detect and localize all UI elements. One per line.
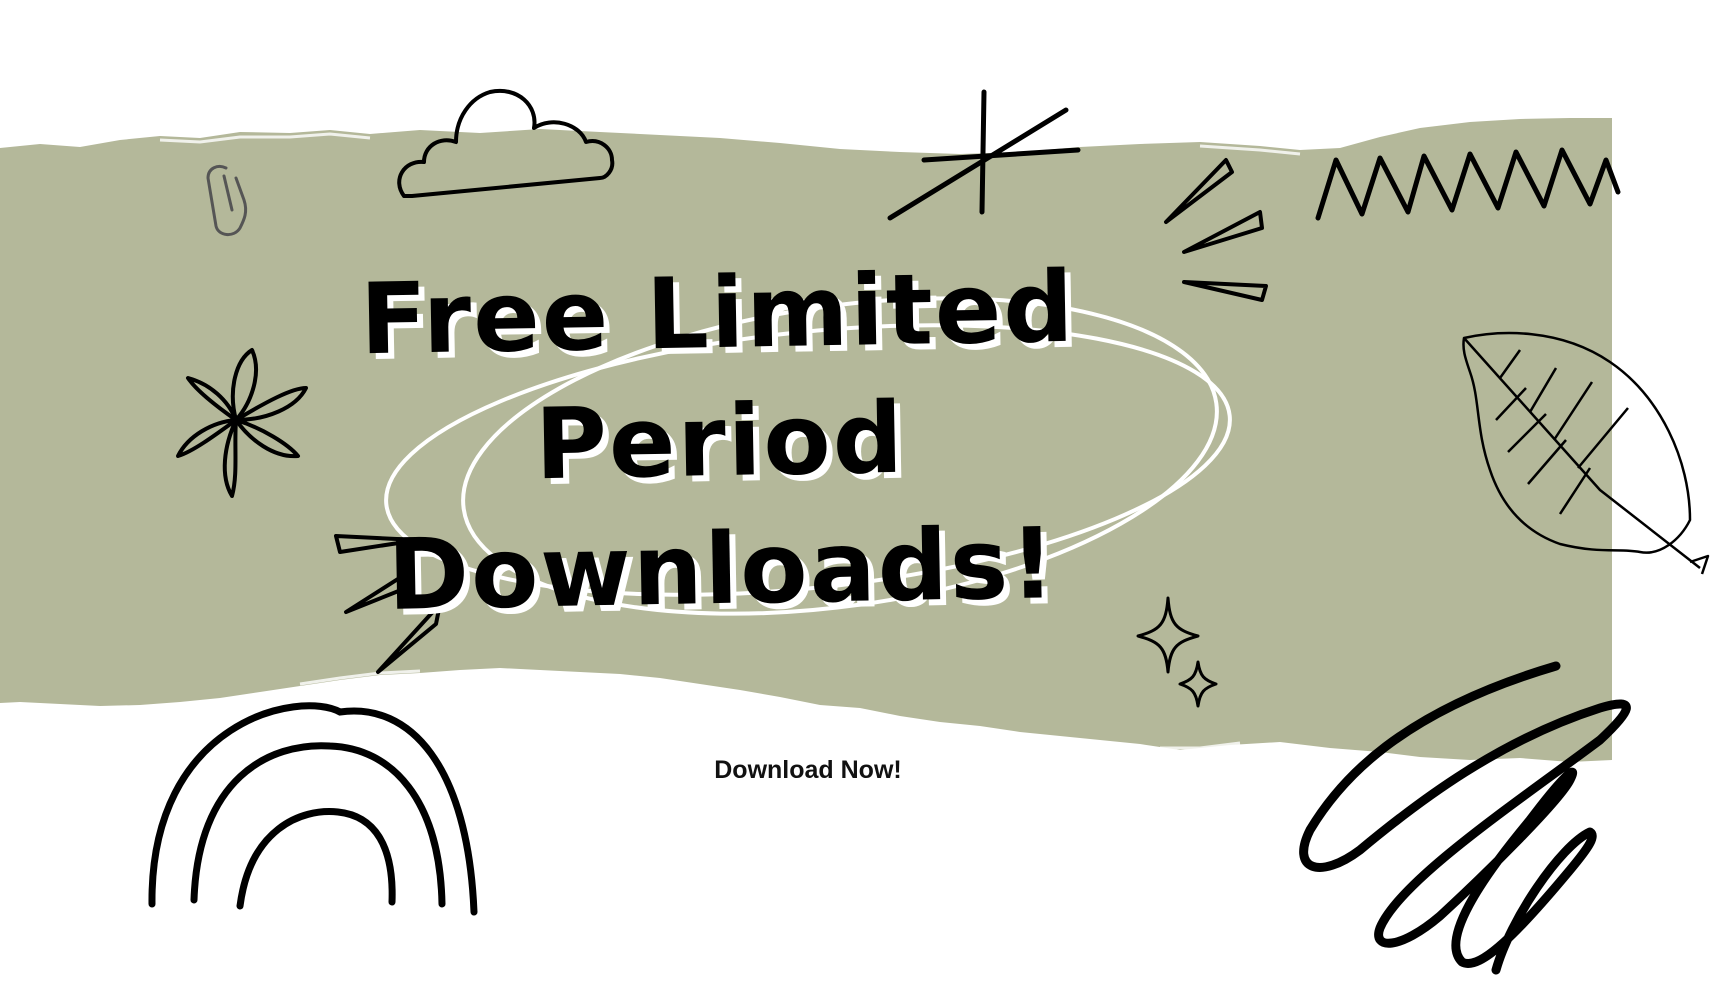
rainbow-icon (148, 702, 478, 916)
promo-banner: Free Limited Period Downloads! Download … (0, 0, 1711, 997)
headline-line-1: Free Limited (359, 250, 1077, 378)
headline-line-3: Downloads! (386, 507, 1058, 633)
download-now-button[interactable]: Download Now! (690, 750, 926, 790)
headline: Free Limited Period Downloads! (277, 242, 1164, 641)
headline-line-2: Period (534, 381, 906, 503)
